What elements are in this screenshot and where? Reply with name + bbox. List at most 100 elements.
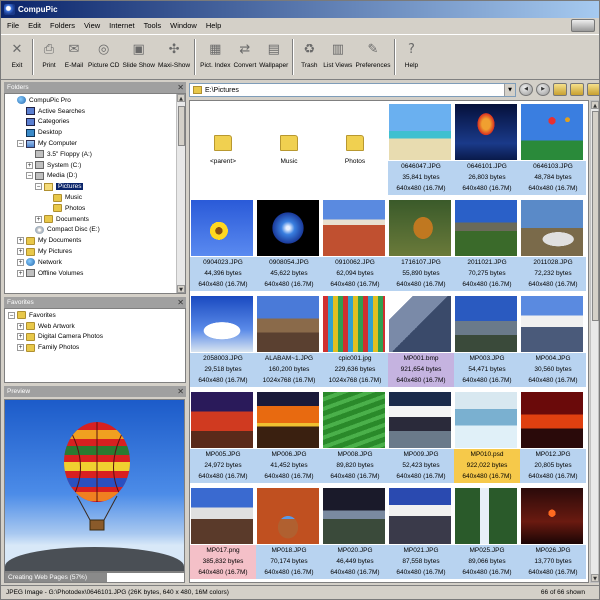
collapse-icon[interactable]: −: [17, 140, 24, 148]
expand-icon[interactable]: +: [17, 248, 24, 256]
tree-item[interactable]: − Media (D:): [8, 171, 185, 182]
folder-item[interactable]: Photos: [322, 101, 388, 197]
thumbnail-item[interactable]: 0646047.JPG 35,841 bytes 640x480 (16.7M): [388, 101, 454, 197]
thumbnail-item[interactable]: 0646101.JPG 26,803 bytes 640x480 (16.7M): [454, 101, 520, 197]
tree-item[interactable]: + Web Artwork: [8, 321, 185, 332]
scroll-up-icon[interactable]: ▲: [177, 94, 185, 102]
folder-item[interactable]: Music: [256, 101, 322, 197]
expand-icon[interactable]: +: [17, 269, 24, 277]
menu-internet[interactable]: Internet: [109, 21, 134, 30]
up-folder-icon[interactable]: [553, 83, 567, 96]
expand-icon[interactable]: +: [26, 161, 33, 169]
toolbar-maxi-show-button[interactable]: ✣ Maxi-Show: [158, 35, 190, 79]
menu-folders[interactable]: Folders: [50, 21, 75, 30]
tree-item[interactable]: Active Searches: [8, 106, 185, 117]
thumbnail-item[interactable]: MP010.psd 922,022 bytes 640x480 (16.7M): [454, 389, 520, 485]
collapse-icon[interactable]: −: [8, 311, 15, 319]
toolbar-email-button[interactable]: ✉ E-Mail: [63, 35, 85, 79]
expand-icon[interactable]: +: [17, 344, 24, 352]
menu-view[interactable]: View: [84, 21, 100, 30]
tree-item[interactable]: 3.5" Floppy (A:): [8, 149, 185, 160]
thumbnail-item[interactable]: MP001.bmp 921,654 bytes 640x480 (16.7M): [388, 293, 454, 389]
thumbnail-item[interactable]: MP025.JPG 89,066 bytes 640x480 (16.7M): [454, 485, 520, 581]
toolbar-convert-button[interactable]: ⇄ Convert: [233, 35, 256, 79]
thumbnail-item[interactable]: MP009.JPG 52,423 bytes 640x480 (16.7M): [388, 389, 454, 485]
tree-item[interactable]: + Family Photos: [8, 342, 185, 353]
close-icon[interactable]: ✕: [177, 386, 184, 397]
thumbnail-item[interactable]: MP012.JPG 20,805 bytes 640x480 (16.7M): [520, 389, 586, 485]
scroll-thumb[interactable]: [592, 111, 599, 321]
thumbnail-scrollbar[interactable]: ▲ ▼: [590, 100, 599, 583]
title-bar[interactable]: CompuPic: [1, 1, 599, 18]
toolbar-exit-button[interactable]: ✕ Exit: [6, 35, 28, 79]
thumbnail-item[interactable]: MP008.JPG 89,820 bytes 640x480 (16.7M): [322, 389, 388, 485]
tree-item[interactable]: Categories: [8, 117, 185, 128]
thumbnail-item[interactable]: MP004.JPG 30,560 bytes 640x480 (16.7M): [520, 293, 586, 389]
tree-item[interactable]: + Documents: [8, 214, 185, 225]
back-icon[interactable]: ◀: [519, 83, 533, 96]
tree-item[interactable]: Desktop: [8, 127, 185, 138]
thumbnail-item[interactable]: 1716107.JPG 55,890 bytes 640x480 (16.7M): [388, 197, 454, 293]
thumbnail-item[interactable]: MP003.JPG 54,471 bytes 640x480 (16.7M): [454, 293, 520, 389]
thumbnail-item[interactable]: 2011028.JPG 72,232 bytes 640x480 (16.7M): [520, 197, 586, 293]
thumbnail-item[interactable]: MP017.png 385,832 bytes 640x480 (16.7M): [190, 485, 256, 581]
thumbnail-item[interactable]: ALABAM~1.JPG 160,200 bytes 1024x768 (16.7M…: [256, 293, 322, 389]
scroll-thumb[interactable]: [178, 106, 185, 146]
thumbnail-item[interactable]: 2058003.JPG 29,518 bytes 640x480 (16.7M): [190, 293, 256, 389]
tree-item[interactable]: Photos: [8, 203, 185, 214]
tree-item[interactable]: + Network: [8, 257, 185, 268]
folder-options-icon[interactable]: [587, 83, 599, 96]
menu-help[interactable]: Help: [206, 21, 221, 30]
toolbar-picture-cd-button[interactable]: ◎ Picture CD: [88, 35, 119, 79]
collapse-icon[interactable]: −: [35, 183, 42, 191]
toolbar-pict-index-button[interactable]: ▦ Pict. Index: [200, 35, 230, 79]
thumbnail-item[interactable]: 0908054.JPG 45,622 bytes 640x480 (16.7M): [256, 197, 322, 293]
menu-file[interactable]: File: [7, 21, 19, 30]
tree-item[interactable]: − My Computer: [8, 138, 185, 149]
close-icon[interactable]: ✕: [177, 297, 184, 308]
expand-icon[interactable]: +: [17, 258, 24, 266]
tree-item[interactable]: + My Documents: [8, 235, 185, 246]
toolbar-preferences-button[interactable]: ✎ Preferences: [355, 35, 390, 79]
tree-item[interactable]: − Pictures: [8, 181, 185, 192]
toolbar-print-button[interactable]: ⎙ Print: [38, 35, 60, 79]
thumbnail-item[interactable]: cpic001.jpg 229,636 bytes 1024x768 (16.7M): [322, 293, 388, 389]
thumbnail-item[interactable]: MP026.JPG 13,770 bytes 640x480 (16.7M): [520, 485, 586, 581]
expand-icon[interactable]: +: [35, 215, 42, 223]
close-icon[interactable]: ✕: [177, 82, 184, 93]
tree-item[interactable]: + Digital Camera Photos: [8, 332, 185, 343]
thumbnail-item[interactable]: MP006.JPG 41,452 bytes 640x480 (16.7M): [256, 389, 322, 485]
tree-item[interactable]: Music: [8, 192, 185, 203]
expand-icon[interactable]: +: [17, 322, 24, 330]
thumbnail-item[interactable]: MP020.JPG 46,449 bytes 640x480 (16.7M): [322, 485, 388, 581]
scroll-up-icon[interactable]: ▲: [591, 101, 599, 109]
tree-item[interactable]: CompuPic Pro: [8, 95, 185, 106]
thumbnail-item[interactable]: MP021.JPG 87,558 bytes 640x480 (16.7M): [388, 485, 454, 581]
folder-item[interactable]: <parent>: [190, 101, 256, 197]
tree-item[interactable]: − Favorites: [8, 310, 185, 321]
thumbnail-item[interactable]: 0646103.JPG 48,784 bytes 640x480 (16.7M): [520, 101, 586, 197]
collapse-icon[interactable]: −: [26, 172, 33, 180]
toolbar-wallpaper-button[interactable]: ▤ Wallpaper: [259, 35, 288, 79]
tree-item[interactable]: Compact Disc (E:): [8, 225, 185, 236]
expand-icon[interactable]: +: [17, 333, 24, 341]
forward-icon[interactable]: ▶: [536, 83, 550, 96]
thumbnail-item[interactable]: MP005.JPG 24,972 bytes 640x480 (16.7M): [190, 389, 256, 485]
thumbnail-item[interactable]: 2011021.JPG 70,275 bytes 640x480 (16.7M): [454, 197, 520, 293]
menu-window[interactable]: Window: [170, 21, 197, 30]
menu-tools[interactable]: Tools: [144, 21, 162, 30]
scroll-down-icon[interactable]: ▼: [177, 285, 185, 293]
tree-item[interactable]: + Offline Volumes: [8, 268, 185, 279]
toolbar-slide-show-button[interactable]: ▣ Slide Show: [122, 35, 155, 79]
new-folder-icon[interactable]: [570, 83, 584, 96]
expand-icon[interactable]: +: [17, 237, 24, 245]
toolbar-help-button[interactable]: ? Help: [400, 35, 422, 79]
thumbnail-item[interactable]: MP018.JPG 70,174 bytes 640x480 (16.7M): [256, 485, 322, 581]
scroll-down-icon[interactable]: ▼: [591, 574, 599, 582]
chevron-down-icon[interactable]: ▼: [504, 84, 515, 96]
thumbnail-item[interactable]: 0904023.JPG 44,396 bytes 640x480 (16.7M): [190, 197, 256, 293]
tree-item[interactable]: + My Pictures: [8, 246, 185, 257]
tree-item[interactable]: + System (C:): [8, 160, 185, 171]
thumbnail-item[interactable]: 0910062.JPG 62,094 bytes 640x480 (16.7M): [322, 197, 388, 293]
toolbar-trash-button[interactable]: ♻ Trash: [298, 35, 320, 79]
